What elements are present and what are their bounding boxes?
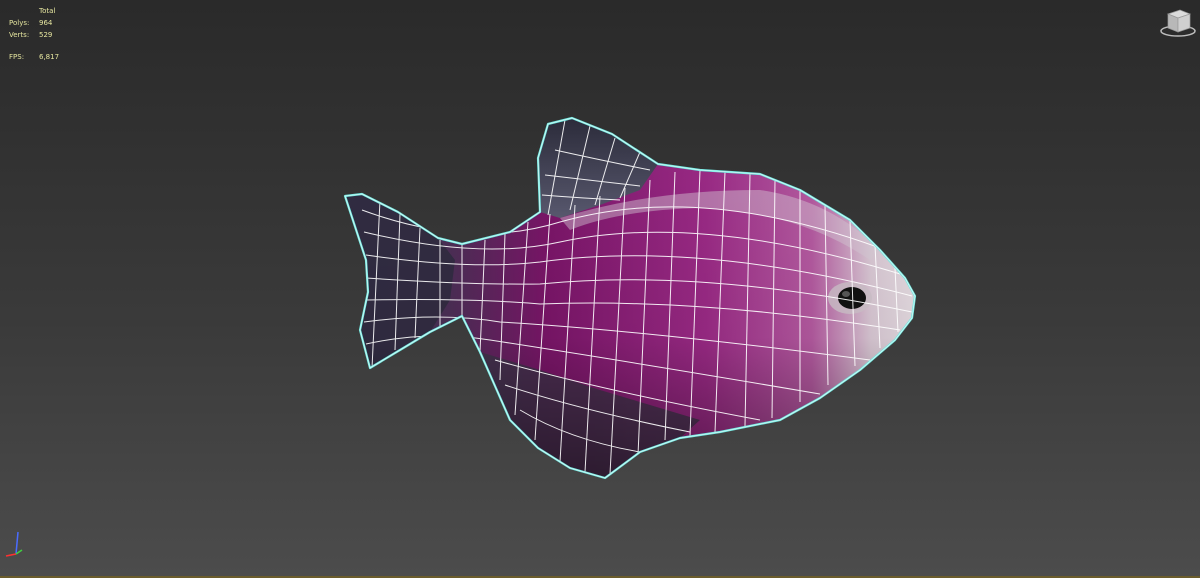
- viewport-perspective[interactable]: Total Polys: 964 Verts: 529 FPS: 6,817: [0, 0, 1200, 578]
- fish-mesh[interactable]: [0, 0, 1200, 578]
- axis-tripod-icon: [2, 528, 24, 558]
